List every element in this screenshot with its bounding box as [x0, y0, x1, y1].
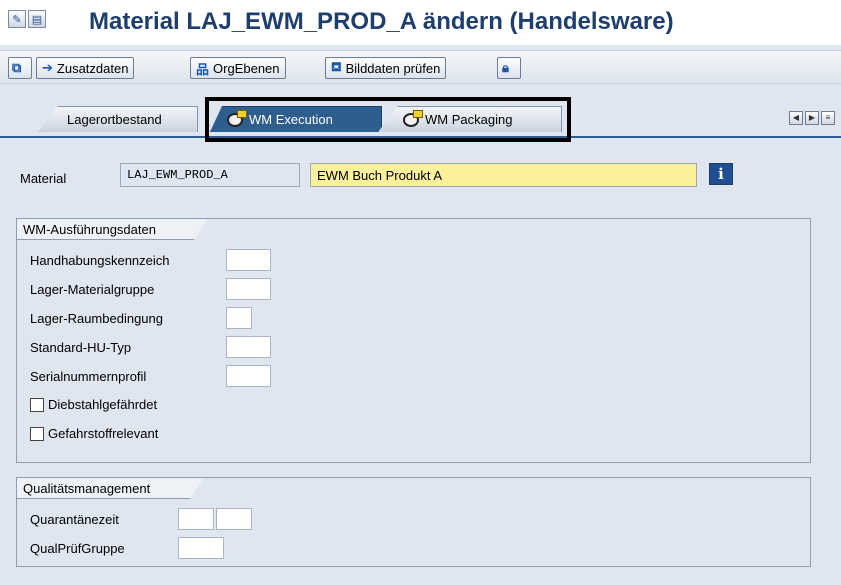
zusatzdaten-label: Zusatzdaten: [56, 60, 129, 76]
orgebenen-label: OrgEbenen: [213, 60, 280, 76]
handhabungskennzeich-label: Handhabungskennzeich: [30, 253, 170, 268]
scroll-left-icon[interactable]: ◀: [789, 111, 803, 125]
qm-group-title: Qualitätsmanagement: [16, 477, 204, 499]
page-title: Material LAJ_EWM_PROD_A ändern (Handelsw…: [89, 8, 674, 35]
scroll-right-icon[interactable]: ▶: [805, 111, 819, 125]
material-number-field[interactable]: LAJ_EWM_PROD_A: [120, 163, 300, 187]
standard-hu-typ-label: Standard-HU-Typ: [30, 340, 132, 355]
lager-raumbedingung-label: Lager-Raumbedingung: [30, 311, 163, 326]
diebstahlgefaehrdet-checkbox[interactable]: [30, 398, 44, 412]
tab-divider: [0, 136, 841, 138]
title-bar: ✎ ▤ Material LAJ_EWM_PROD_A ändern (Hand…: [0, 0, 841, 45]
tab-strip: Lagerortbestand WM Execution WM Packagin…: [0, 96, 841, 138]
lager-materialgruppe-label: Lager-Materialgruppe: [30, 282, 155, 297]
org-levels-icon: 品: [196, 61, 210, 77]
standard-hu-typ-input[interactable]: [226, 336, 271, 358]
qualpruefgruppe-input[interactable]: [178, 537, 224, 559]
orgebenen-button[interactable]: 品 OrgEbenen: [190, 57, 286, 79]
handhabungskennzeich-input[interactable]: [226, 249, 271, 271]
title-icons: ✎ ▤: [8, 10, 46, 28]
gefahrstoffrelevant-checkbox[interactable]: [30, 427, 44, 441]
wm-packaging-icon: [403, 109, 423, 127]
zusatzdaten-button[interactable]: ➔ Zusatzdaten: [36, 57, 135, 79]
application-toolbar: ⧉ ➔ Zusatzdaten 品 OrgEbenen ⛾ Bilddaten …: [0, 50, 841, 84]
wm-execution-group: WM-Ausführungsdaten Handhabungskennzeich…: [16, 218, 811, 463]
material-description-field[interactable]: EWM Buch Produkt A: [310, 163, 697, 187]
tab-wm-execution[interactable]: WM Execution: [210, 106, 382, 132]
tab-wm-execution-label: WM Execution: [249, 112, 333, 127]
diebstahlgefaehrdet-label: Diebstahlgefährdet: [48, 397, 158, 412]
check-screen-data-icon: ⛾: [331, 59, 342, 74]
tab-lagerortbestand[interactable]: Lagerortbestand: [38, 106, 198, 132]
qualpruefgruppe-label: QualPrüfGruppe: [30, 541, 125, 556]
lock-button[interactable]: 🔒︎: [497, 57, 521, 79]
tab-scroll-buttons: ◀ ▶ ≡: [789, 111, 835, 125]
tab-wm-packaging[interactable]: WM Packaging: [378, 106, 562, 132]
arrow-right-icon: ➔: [42, 60, 53, 75]
tab-lagerortbestand-label: Lagerortbestand: [67, 112, 162, 127]
wm-execution-icon: [227, 109, 247, 127]
quarantaenezeit-label: Quarantänezeit: [30, 512, 119, 527]
gefahrstoffrelevant-label: Gefahrstoffrelevant: [48, 426, 159, 441]
lock-icon: 🔒︎: [502, 60, 509, 75]
bilddaten-label: Bilddaten prüfen: [345, 60, 441, 76]
lager-materialgruppe-input[interactable]: [226, 278, 271, 300]
material-label: Material: [20, 171, 67, 186]
quarantaenezeit-unit-input[interactable]: [216, 508, 252, 530]
tab-list-icon[interactable]: ≡: [821, 111, 835, 125]
lager-raumbedingung-input[interactable]: [226, 307, 252, 329]
bilddaten-pruefen-button[interactable]: ⛾ Bilddaten prüfen: [325, 57, 447, 79]
views-icon: ⧉: [12, 60, 22, 75]
info-icon[interactable]: i: [709, 163, 733, 185]
quarantaenezeit-input[interactable]: [178, 508, 214, 530]
document-icon[interactable]: ▤: [28, 10, 46, 28]
qm-group: Qualitätsmanagement Quarantänezeit QualP…: [16, 477, 811, 567]
select-views-button[interactable]: ⧉: [8, 57, 32, 79]
wm-group-title: WM-Ausführungsdaten: [16, 218, 208, 240]
tab-wm-packaging-label: WM Packaging: [425, 112, 513, 127]
serialnummernprofil-label: Serialnummernprofil: [30, 369, 147, 384]
display-change-icon[interactable]: ✎: [8, 10, 26, 28]
serialnummernprofil-input[interactable]: [226, 365, 271, 387]
